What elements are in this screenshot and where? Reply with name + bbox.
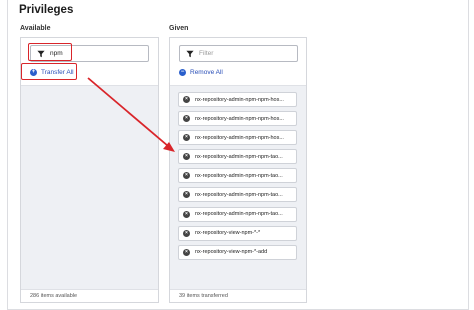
- list-item[interactable]: × nx-repository-admin-npm-npm-hos...: [178, 92, 297, 107]
- page-title: Privileges: [19, 4, 74, 16]
- list-item[interactable]: × nx-repository-admin-npm-npm-tao...: [178, 187, 297, 203]
- remove-circle-icon[interactable]: ×: [183, 191, 190, 199]
- list-item-label: nx-repository-admin-npm-npm-hos...: [195, 115, 284, 122]
- remove-circle-icon[interactable]: ×: [183, 134, 190, 142]
- list-item-label: nx-repository-admin-npm-npm-tao...: [195, 191, 283, 198]
- transfer-all-highlight-box: [21, 63, 77, 80]
- remove-circle-icon[interactable]: ×: [183, 210, 190, 218]
- remove-circle-icon[interactable]: ×: [183, 153, 190, 161]
- list-item-label: nx-repository-admin-npm-npm-tao...: [195, 211, 283, 218]
- list-item[interactable]: × nx-repository-admin-npm-npm-tao...: [178, 206, 297, 222]
- remove-circle-icon[interactable]: ×: [183, 115, 190, 123]
- list-item[interactable]: × nx-repository-view-npm-*-add: [178, 244, 297, 260]
- remove-all-label: Remove All: [190, 69, 223, 76]
- list-item-label: nx-repository-view-npm-*-add: [195, 249, 268, 256]
- minus-circle-icon: −: [179, 69, 186, 76]
- list-item[interactable]: × nx-repository-admin-npm-npm-hos...: [178, 130, 297, 146]
- remove-circle-icon[interactable]: ×: [183, 96, 190, 103]
- given-filter-placeholder: Filter: [199, 50, 214, 57]
- filter-icon: [186, 50, 194, 57]
- list-item-label: nx-repository-admin-npm-npm-hos...: [195, 96, 284, 103]
- available-list: [21, 85, 158, 289]
- given-label: Given: [169, 25, 189, 32]
- remove-all-button[interactable]: − Remove All: [179, 69, 223, 76]
- list-item-label: nx-repository-admin-npm-npm-hos...: [195, 134, 284, 141]
- list-item[interactable]: × nx-repository-admin-npm-npm-hos...: [178, 111, 297, 127]
- list-item[interactable]: × nx-repository-admin-npm-npm-tao...: [178, 149, 297, 165]
- remove-circle-icon[interactable]: ×: [183, 172, 190, 180]
- given-list: × nx-repository-admin-npm-npm-hos... × nx-…: [170, 85, 306, 289]
- given-panel: Filter − Remove All × nx-repository-admin…: [169, 37, 307, 303]
- given-filter-input[interactable]: Filter: [179, 45, 298, 62]
- remove-circle-icon[interactable]: ×: [183, 248, 190, 256]
- filter-highlight-box: [28, 43, 72, 61]
- remove-circle-icon[interactable]: ×: [183, 229, 190, 237]
- list-item-label: nx-repository-admin-npm-npm-tao...: [195, 172, 283, 179]
- list-item[interactable]: × nx-repository-admin-npm-npm-tao...: [178, 168, 297, 184]
- given-footer: 39 items transferred: [170, 289, 306, 302]
- available-label: Available: [20, 25, 51, 32]
- given-panel-header: Filter − Remove All: [170, 38, 306, 85]
- list-item-label: nx-repository-admin-npm-npm-tao...: [195, 153, 283, 160]
- list-item-label: nx-repository-view-npm-*-*: [195, 230, 261, 237]
- list-item[interactable]: × nx-repository-view-npm-*-*: [178, 225, 297, 241]
- available-footer: 286 items available: [21, 289, 158, 302]
